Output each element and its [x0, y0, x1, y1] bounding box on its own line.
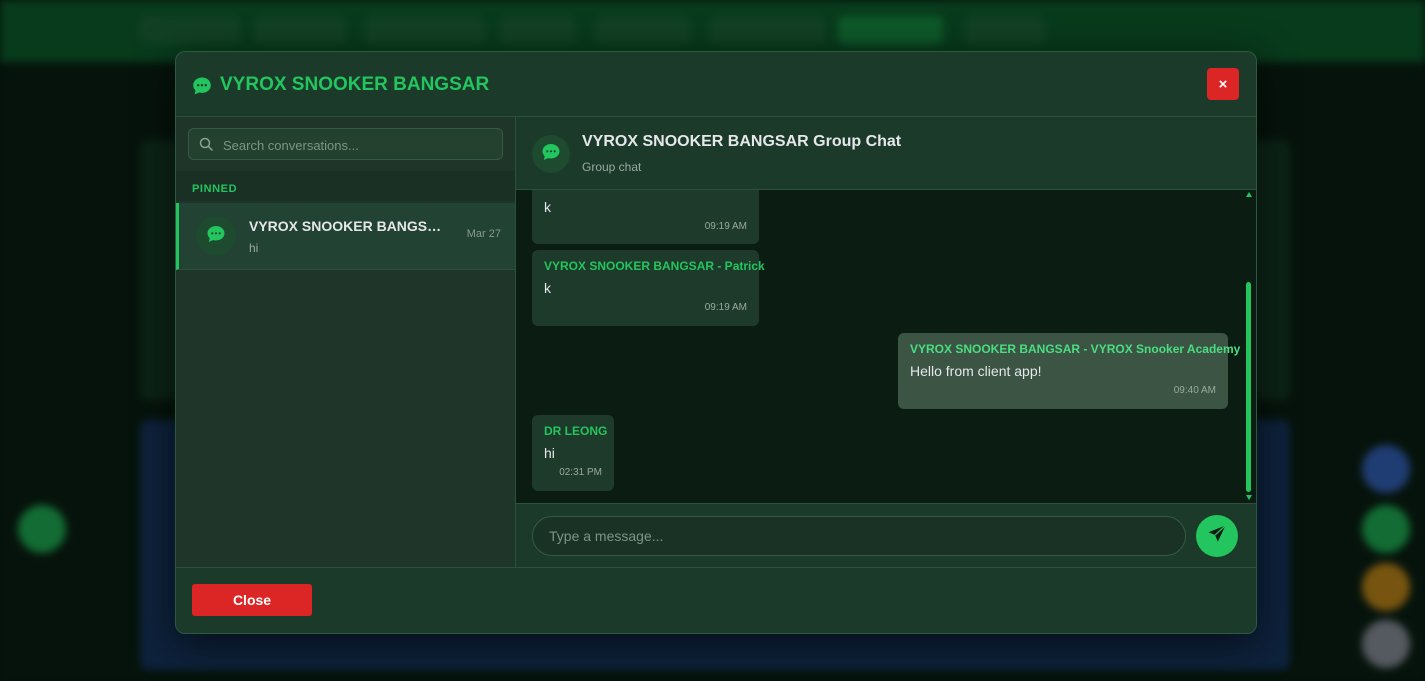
message-text: Hello from client app! — [910, 363, 1042, 379]
message-scrollbar[interactable] — [1245, 190, 1253, 503]
chat-bubble-icon — [192, 76, 212, 96]
chat-bubble-icon — [541, 142, 561, 167]
conversation-preview: hi — [249, 241, 259, 255]
chat-subtitle: Group chat — [582, 160, 642, 174]
send-icon — [1207, 524, 1227, 549]
chat-header: VYROX SNOOKER BANGSAR Group Chat Group c… — [516, 117, 1256, 190]
message-time: 09:19 AM — [704, 221, 747, 232]
message-bubble-own: VYROX SNOOKER BANGSAR - VYROX Snooker Ac… — [898, 333, 1241, 409]
chat-bubble-icon — [206, 224, 226, 249]
message-text: k — [544, 199, 551, 215]
scrollbar-thumb[interactable] — [1246, 282, 1251, 492]
pinned-section-label: PINNED — [192, 183, 238, 195]
message-sender: VYROX SNOOKER BANGSAR - Patrick — [544, 259, 765, 273]
message-time: 09:19 AM — [704, 302, 747, 313]
conversation-name: VYROX SNOOKER BANGSAR ... — [249, 218, 449, 234]
scroll-up-arrow-icon[interactable] — [1246, 192, 1252, 197]
modal-footer: Close — [176, 567, 1256, 633]
search-icon — [199, 137, 213, 151]
message-bubble: k 09:19 AM — [532, 190, 759, 244]
conversation-date: Mar 27 — [466, 228, 501, 240]
message-text: hi — [544, 445, 555, 461]
modal-title: VYROX SNOOKER BANGSAR — [220, 74, 490, 95]
conversation-item[interactable]: VYROX SNOOKER BANGSAR ... hi Mar 27 — [176, 203, 515, 270]
message-bubble: VYROX SNOOKER BANGSAR - Patrick k 09:19 … — [532, 250, 765, 326]
message-bubble: DR LEONG hi 02:31 PM — [532, 415, 614, 491]
close-icon: × — [1218, 75, 1228, 93]
chat-modal: VYROX SNOOKER BANGSAR × PINNED — [175, 51, 1257, 634]
message-sender: DR LEONG — [544, 424, 608, 438]
chat-title: VYROX SNOOKER BANGSAR Group Chat — [582, 133, 902, 150]
conversation-avatar — [196, 216, 236, 256]
chat-avatar — [532, 135, 570, 173]
message-sender: VYROX SNOOKER BANGSAR - VYROX Snooker Ac… — [910, 342, 1241, 356]
message-text: k — [544, 280, 551, 296]
close-icon-button[interactable]: × — [1207, 68, 1239, 100]
message-list[interactable]: k 09:19 AM VYROX SNOOKER BANGSAR - Patri… — [516, 190, 1256, 503]
message-composer — [516, 503, 1256, 567]
message-input[interactable] — [532, 516, 1186, 556]
close-button[interactable]: Close — [192, 584, 312, 616]
send-button[interactable] — [1196, 515, 1238, 557]
scroll-down-arrow-icon[interactable] — [1246, 495, 1252, 500]
search-box[interactable] — [188, 128, 503, 161]
conversation-sidebar: PINNED VYROX SNOOKER BANGSAR ... hi Mar … — [176, 117, 516, 567]
search-input[interactable] — [221, 129, 495, 161]
message-time: 09:40 AM — [1173, 385, 1216, 396]
modal-header: VYROX SNOOKER BANGSAR × — [176, 52, 1256, 117]
message-time: 02:31 PM — [559, 467, 602, 478]
